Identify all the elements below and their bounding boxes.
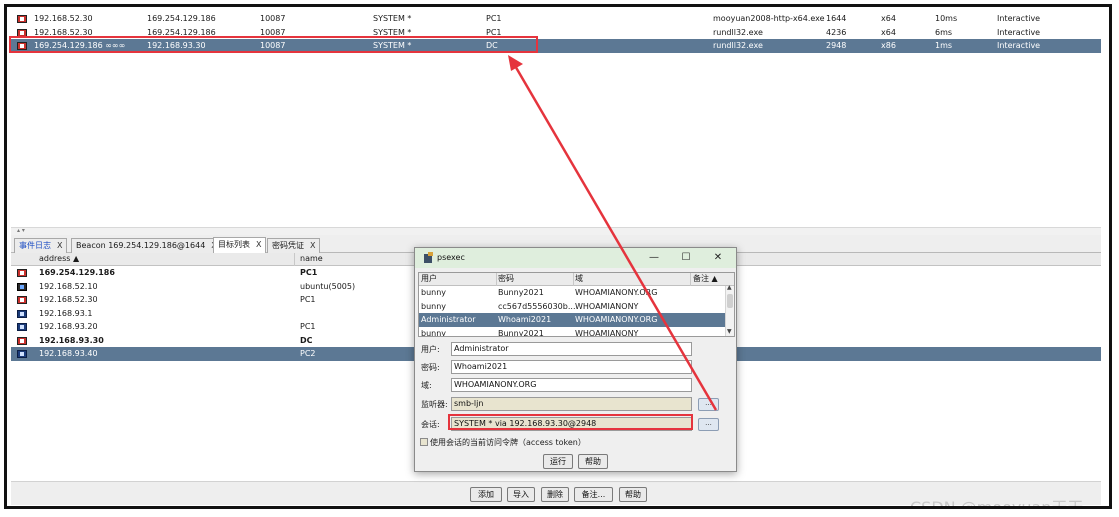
annotation-arrow xyxy=(508,55,718,411)
